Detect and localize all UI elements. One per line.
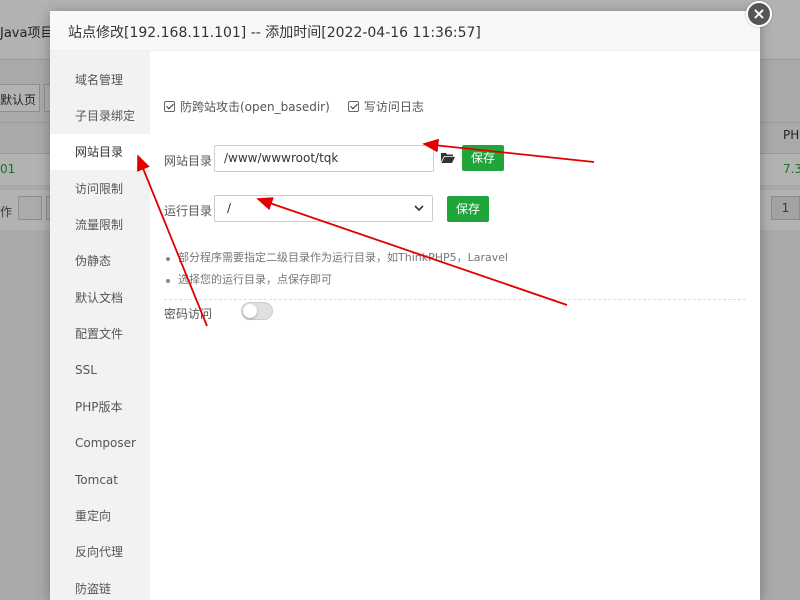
sidebar-item-domain[interactable]: 域名管理	[50, 62, 150, 98]
sidebar-item-php-version[interactable]: PHP版本	[50, 389, 150, 425]
sidebar-item-config-file[interactable]: 配置文件	[50, 316, 150, 352]
password-access-label: 密码访问	[164, 307, 213, 321]
password-access-toggle[interactable]	[241, 302, 273, 320]
anti-xss-label[interactable]: 防跨站攻击(open_basedir)	[180, 98, 330, 115]
folder-open-icon[interactable]	[441, 152, 455, 163]
sidebar-item-traffic-limit[interactable]: 流量限制	[50, 207, 150, 243]
sidebar-item-ssl[interactable]: SSL	[50, 352, 150, 388]
tip-item: 选择您的运行目录，点保存即可	[164, 269, 746, 291]
modal-title: 站点修改[192.168.11.101] -- 添加时间[2022-04-16 …	[68, 25, 481, 41]
run-dir-selected-value: /	[227, 201, 232, 215]
sidebar-item-reverse-proxy[interactable]: 反向代理	[50, 534, 150, 570]
sidebar-item-hotlink-protection[interactable]: 防盗链	[50, 571, 150, 600]
close-icon[interactable]: ×	[746, 1, 772, 27]
sidebar-item-access-limit[interactable]: 访问限制	[50, 171, 150, 207]
sidebar-item-redirect[interactable]: 重定向	[50, 498, 150, 534]
site-dir-save-button[interactable]: 保存	[462, 145, 504, 171]
run-dir-select[interactable]: /	[214, 195, 433, 222]
sidebar-item-rewrite[interactable]: 伪静态	[50, 243, 150, 279]
tip-item: 部分程序需要指定二级目录作为运行目录，如ThinkPHP5，Laravel	[164, 247, 746, 269]
checkbox-row: 防跨站攻击(open_basedir) 写访问日志	[164, 98, 442, 115]
toggle-knob	[243, 304, 257, 318]
tips-list: 部分程序需要指定二级目录作为运行目录，如ThinkPHP5，Laravel 选择…	[164, 247, 746, 300]
site-edit-modal: 站点修改[192.168.11.101] -- 添加时间[2022-04-16 …	[50, 1, 772, 600]
sidebar-item-composer[interactable]: Composer	[50, 425, 150, 461]
sidebar-item-tomcat[interactable]: Tomcat	[50, 462, 150, 498]
access-log-checkbox[interactable]	[347, 101, 359, 112]
anti-xss-checkbox[interactable]	[164, 101, 175, 112]
chevron-down-icon	[414, 205, 424, 212]
modal-content: 防跨站攻击(open_basedir) 写访问日志 网站目录 /www/wwwr…	[150, 51, 760, 600]
modal-header: 站点修改[192.168.11.101] -- 添加时间[2022-04-16 …	[50, 11, 760, 51]
site-dir-input[interactable]: /www/wwwroot/tqk	[214, 145, 434, 172]
run-dir-save-button[interactable]: 保存	[447, 196, 489, 222]
modal-sidebar: 域名管理 子目录绑定 网站目录 访问限制 流量限制 伪静态 默认文档 配置文件 …	[50, 51, 150, 600]
site-dir-label: 网站目录	[164, 154, 213, 168]
sidebar-item-default-doc[interactable]: 默认文档	[50, 280, 150, 316]
sidebar-item-subdir-binding[interactable]: 子目录绑定	[50, 98, 150, 134]
access-log-label[interactable]: 写访问日志	[364, 98, 424, 115]
sidebar-item-site-directory[interactable]: 网站目录	[50, 134, 150, 170]
run-dir-label: 运行目录	[164, 204, 213, 218]
